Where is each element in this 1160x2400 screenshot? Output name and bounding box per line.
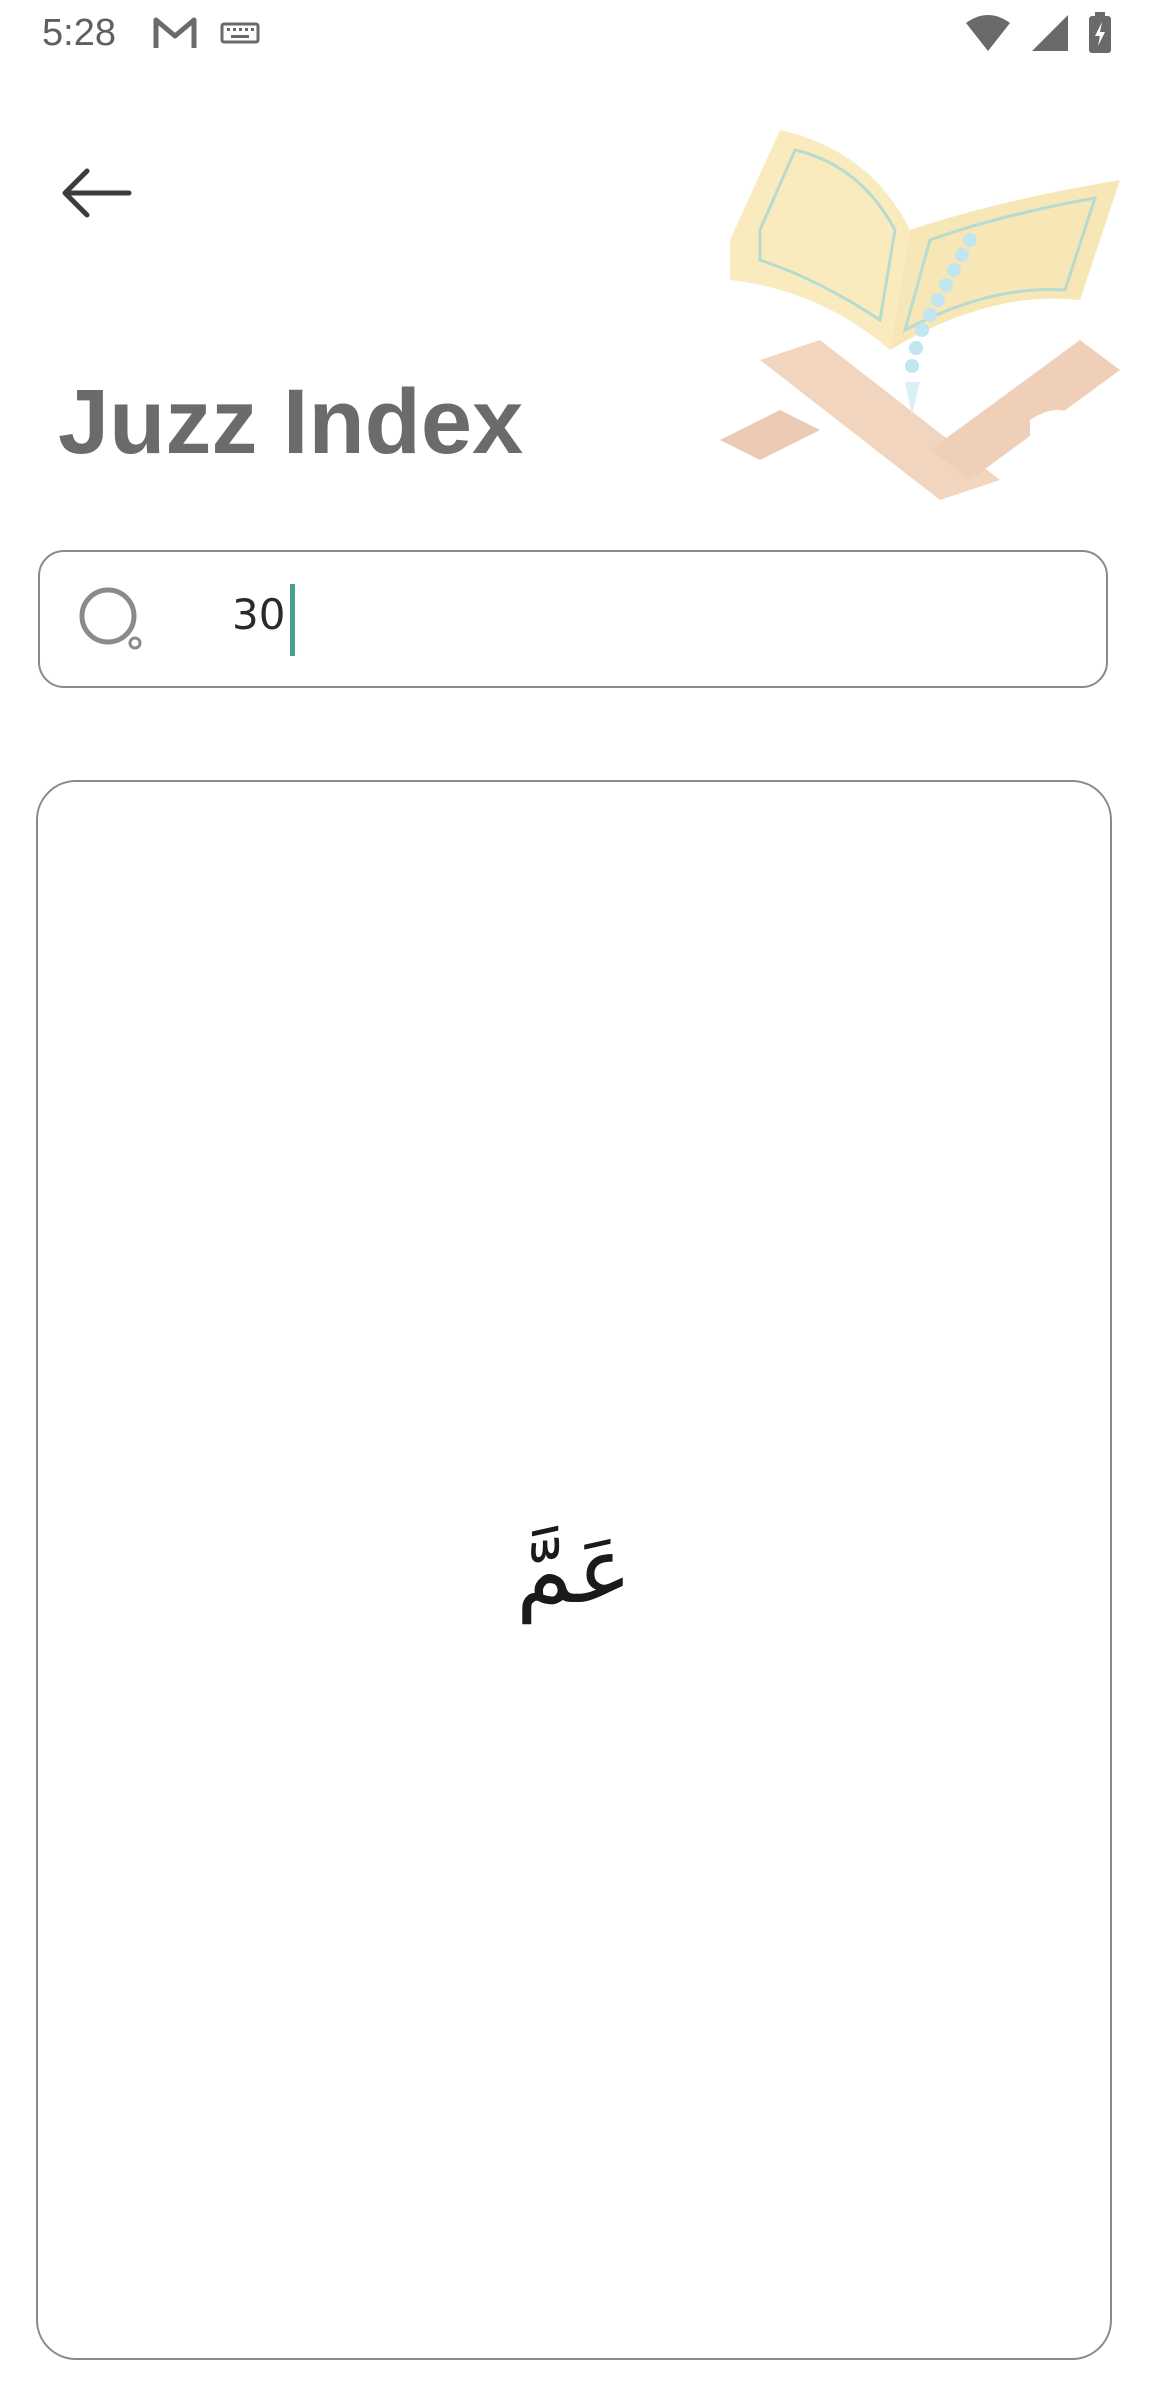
arrow-left-icon — [57, 165, 133, 226]
juzz-name: عَمَّ — [515, 1516, 633, 1624]
keyboard-icon — [220, 18, 260, 53]
juzz-card[interactable]: عَمَّ — [36, 780, 1112, 2360]
page-title: Juzz Index — [58, 371, 524, 473]
status-right-icons — [964, 12, 1112, 59]
battery-charging-icon — [1088, 12, 1112, 59]
back-button[interactable] — [40, 150, 150, 240]
quran-on-rehal-illustration — [700, 120, 1140, 520]
gmail-icon — [152, 14, 198, 57]
status-bar: 5:28 — [0, 0, 1160, 72]
status-left-icons — [152, 14, 260, 57]
status-time: 5:28 — [42, 12, 116, 54]
search-icon — [78, 586, 148, 656]
text-cursor — [290, 584, 295, 656]
search-input[interactable]: 30 — [232, 590, 285, 639]
search-box[interactable]: 30 — [38, 550, 1108, 688]
signal-icon — [1030, 13, 1070, 58]
wifi-icon — [964, 13, 1012, 58]
